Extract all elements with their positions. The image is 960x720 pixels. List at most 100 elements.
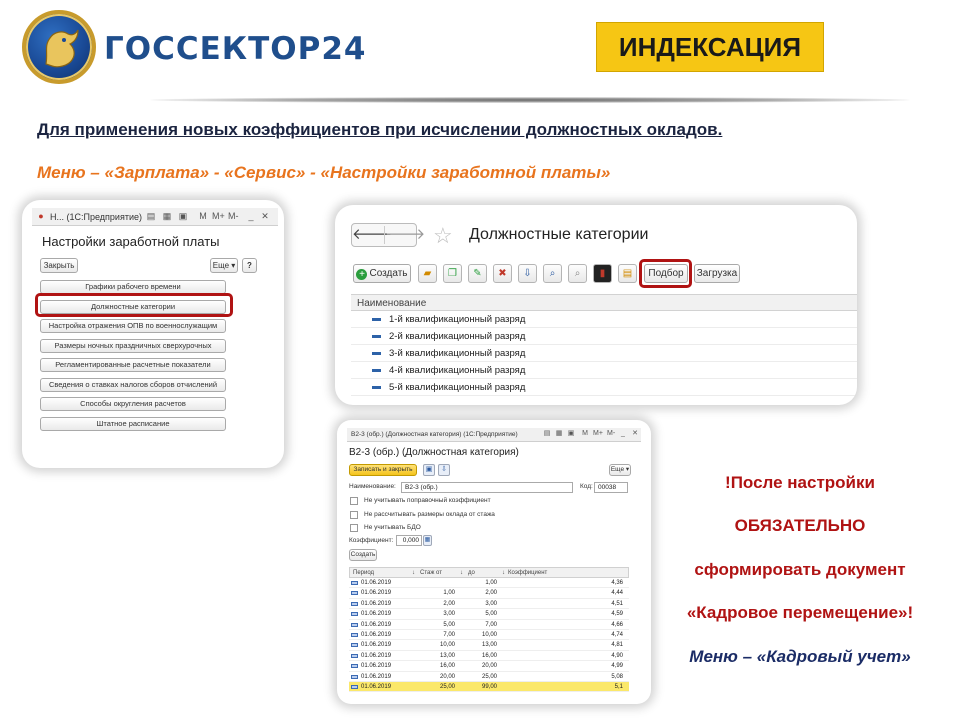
form-titlebar: В2-3 (обр.) (Должностная категория) (1С:… [347,428,641,442]
column-header-period[interactable]: Период [353,570,374,576]
delete-mark-icon[interactable]: ✖ [493,264,512,283]
column-header-coefficient[interactable]: Коэффициент [508,570,547,576]
memory-minus-button[interactable]: M- [607,430,615,438]
list-item[interactable]: 1-й квалификационный разряд [351,311,857,328]
copy-icon[interactable]: ❐ [443,264,462,283]
table-row[interactable]: 01.06.2019 3,00 5,00 4,59 [349,609,629,620]
logo-emblem [22,10,96,84]
forward-arrow-icon[interactable]: 🡒 [385,225,425,245]
list-item-label: 5-й квалификационный разряд [389,382,526,393]
table-icon[interactable]: ▦ [162,211,172,221]
cell-coefficient: 4,81 [611,642,623,649]
close-icon[interactable]: ✕ [631,430,639,438]
save-and-close-button[interactable]: Записать и закрыть [349,464,417,476]
checkbox-no-bdo[interactable] [350,524,358,532]
row-icon [351,601,358,606]
table-row[interactable]: 01.06.2019 10,00 13,00 4,81 [349,640,629,651]
table-row[interactable]: 01.06.2019 16,00 20,00 4,99 [349,661,629,672]
table-row[interactable]: 01.06.2019 2,00 3,00 4,51 [349,599,629,610]
report-icon[interactable]: ▮ [593,264,612,283]
help-button[interactable]: ? [242,258,257,273]
list-item-label: 1-й квалификационный разряд [389,314,526,325]
close-button[interactable]: Закрыть [40,258,78,273]
column-header-to[interactable]: до [468,570,475,576]
favorite-star-icon[interactable]: ☆ [433,223,453,249]
memory-plus-button[interactable]: M+ [212,211,225,221]
purpose-text: Для применения новых коэффициентов при и… [37,120,723,139]
checkbox-label: Не учитывать поправочный коэффициент [364,497,491,504]
memory-minus-button[interactable]: M- [228,211,239,221]
row-icon [351,664,358,669]
table-icon[interactable]: ▦ [555,430,563,438]
calendar-icon[interactable]: ▣ [567,430,575,438]
cell-period: 01.06.2019 [361,621,392,628]
checkbox-no-seniority[interactable] [350,511,358,519]
cell-to: 5,00 [485,611,497,618]
more-button[interactable]: Еще ▾ [609,464,631,476]
print-icon[interactable]: ▤ [618,264,637,283]
print-icon[interactable]: ▤ [146,211,156,221]
settings-item-opv-military[interactable]: Настройка отражения ОПВ по военнослужащи… [40,319,226,333]
cell-to: 2,00 [485,590,497,597]
item-icon [372,352,381,355]
cell-coefficient: 4,74 [611,631,623,638]
item-icon [372,318,381,321]
move-to-group-icon[interactable]: ⇩ [518,264,537,283]
settings-item-tax-rates[interactable]: Сведения о ставках налогов сборов отчисл… [40,377,226,392]
table-row[interactable]: 01.06.2019 1,00 2,00 4,44 [349,588,629,599]
logo-text: ГОССЕКТОР24 [104,31,367,67]
list-item[interactable]: 4-й квалификационный разряд [351,362,857,379]
list-item[interactable]: 3-й квалификационный разряд [351,345,857,362]
column-header-from[interactable]: Стаж от [420,570,442,576]
code-field[interactable]: 00038 [594,482,628,493]
table-row[interactable]: 01.06.2019 7,00 10,00 4,74 [349,630,629,641]
back-arrow-icon[interactable]: 🡐 [352,225,392,245]
more-button[interactable]: Еще ▾ [210,258,238,273]
create-row-button[interactable]: Создать [349,549,377,561]
post-icon[interactable]: ⇩ [438,464,450,476]
cell-coefficient: 4,44 [611,590,623,597]
calculator-icon[interactable]: ▦ [423,535,432,546]
cell-to: 3,00 [485,600,497,607]
edit-icon[interactable]: ✎ [468,264,487,283]
search-icon[interactable]: ⌕ [543,264,562,283]
table-row[interactable]: 01.06.2019 1,00 4,36 [349,578,629,589]
column-header-name[interactable]: Наименование [351,294,857,311]
cell-period: 01.06.2019 [361,663,392,670]
list-item[interactable]: 5-й квалификационный разряд [351,379,857,396]
memory-button[interactable]: M [198,211,208,221]
close-icon[interactable]: ✕ [260,211,270,221]
coefficient-field[interactable]: 0,000 [396,535,422,546]
checkbox-no-correction[interactable] [350,497,358,505]
calendar-icon[interactable]: ▣ [178,211,188,221]
minimize-icon[interactable]: _ [619,430,627,438]
table-row[interactable]: 01.06.2019 20,00 25,00 5,08 [349,672,629,682]
sort-icon: ↓ [460,570,463,576]
minimize-icon[interactable]: _ [246,211,256,221]
list-item[interactable]: 2-й квалификационный разряд [351,328,857,345]
cell-to: 7,00 [485,621,497,628]
create-button[interactable]: + Создать [353,264,411,283]
table-row[interactable]: 01.06.2019 25,00 99,00 5,1 [349,681,629,693]
plus-icon: + [356,269,368,280]
settings-item-rounding[interactable]: Способы округления расчетов [40,397,226,411]
print-icon[interactable]: ▤ [543,430,551,438]
cancel-search-icon[interactable]: ⌕ [568,264,587,283]
memory-plus-button[interactable]: M+ [593,430,603,438]
code-label: Код: [580,483,593,490]
settings-item-night-overtime[interactable]: Размеры ночных праздничных сверхурочных [40,338,226,353]
cell-coefficient: 4,59 [611,611,623,618]
settings-item-work-schedules[interactable]: Графики рабочего времени [40,280,226,294]
table-row[interactable]: 01.06.2019 5,00 7,00 4,66 [349,620,629,630]
load-button[interactable]: Загрузка [694,264,740,283]
create-group-icon[interactable]: ▰ [418,264,437,283]
table-row[interactable]: 01.06.2019 13,00 16,00 4,90 [349,651,629,662]
row-icon [351,643,358,648]
name-field[interactable]: В2-3 (обр.) [401,482,573,493]
memory-button[interactable]: M [581,430,589,438]
settings-item-staffing[interactable]: Штатное расписание [40,416,226,431]
row-icon [351,674,358,679]
settings-item-regulated-indicators[interactable]: Регламентированные расчетные показатели [40,358,226,372]
save-icon[interactable]: ▣ [423,464,435,476]
cell-to: 20,00 [481,663,497,670]
